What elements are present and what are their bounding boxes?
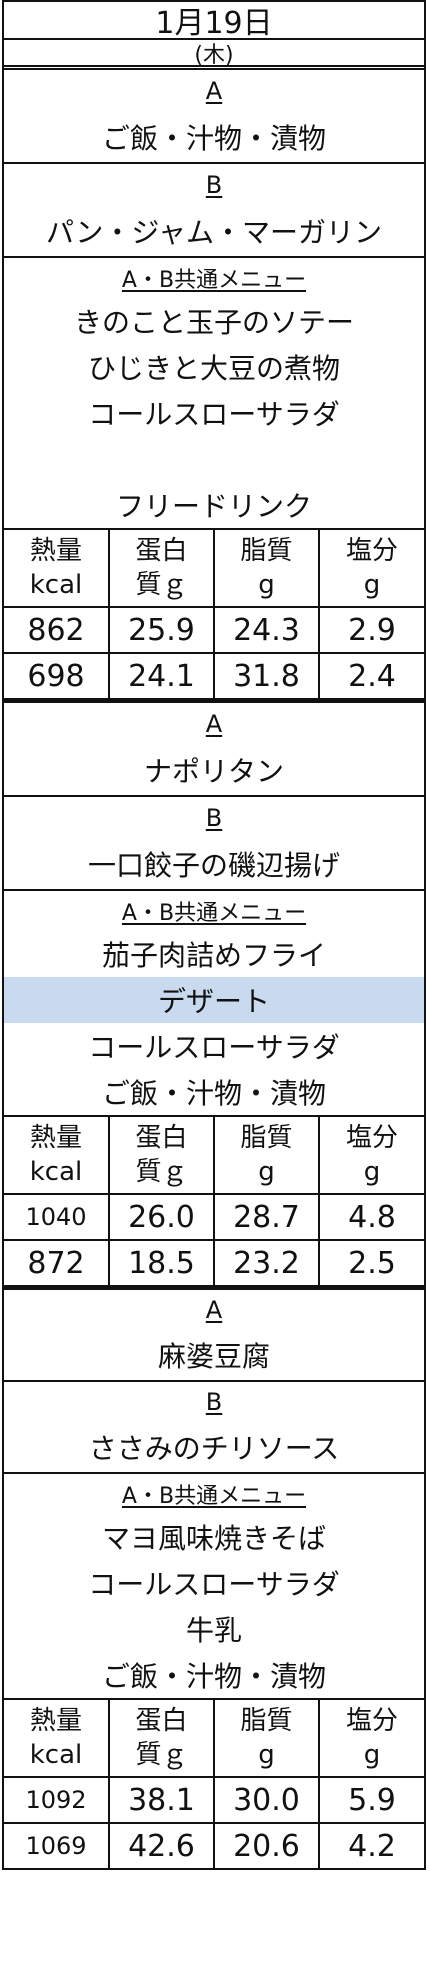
salt-value: 5.9: [318, 1776, 424, 1824]
protein-header: 蛋白 質ｇ: [108, 530, 215, 608]
energy-value: 1040: [4, 1193, 110, 1241]
nutrition-row-b: 1069 42.6 20.6 4.2: [4, 1822, 424, 1870]
protein-value: 25.9: [108, 606, 215, 654]
protein-value: 26.0: [108, 1193, 215, 1241]
nutrition-table: 熱量 kcal 蛋白 質ｇ 脂質 g 塩分 g 862 25.9 24.3 2.9 69…: [4, 530, 424, 701]
menu-item: コールスローサラダ: [88, 398, 340, 431]
menu-section-3: A 麻婆豆腐 B ささみのチリソース A・B共通メニュー マヨ風味焼きそば コー…: [4, 1288, 424, 1870]
fat-header: 脂質 g: [213, 530, 320, 608]
energy-value: 698: [4, 652, 110, 701]
nutrition-table: 熱量 kcal 蛋白 質ｇ 脂質 g 塩分 g 1040 26.0 28.7 4.8 8…: [4, 1117, 424, 1288]
protein-value: 18.5: [108, 1239, 215, 1288]
protein-header: 蛋白 質ｇ: [108, 1700, 215, 1778]
common-block: A・B共通メニュー 茄子肉詰めフライ デザート コールスローサラダ ご飯・汁物・…: [4, 891, 424, 1117]
fat-value: 28.7: [213, 1193, 320, 1241]
fat-header: 脂質 g: [213, 1117, 320, 1195]
menu-item: ご飯・汁物・漬物: [101, 1660, 326, 1693]
menu-item: ご飯・汁物・漬物: [101, 122, 326, 155]
menu-item: 茄子肉詰めフライ: [101, 939, 326, 972]
nutrition-header-row: 熱量 kcal 蛋白 質ｇ 脂質 g 塩分 g: [4, 1700, 424, 1778]
b-block: B ささみのチリソース: [4, 1382, 424, 1474]
salt-header: 塩分 g: [318, 530, 424, 608]
a-block: A 麻婆豆腐: [4, 1290, 424, 1382]
nutrition-row-b: 872 18.5 23.2 2.5: [4, 1239, 424, 1288]
menu-item: ナポリタン: [143, 755, 284, 788]
menu-item: ひじきと大豆の煮物: [87, 352, 340, 385]
salt-header: 塩分 g: [318, 1700, 424, 1778]
common-label: A・B共通メニュー: [121, 268, 307, 293]
fat-value: 24.3: [213, 606, 320, 654]
salt-value: 2.5: [318, 1239, 424, 1288]
common-block: A・B共通メニュー きのこと玉子のソテー ひじきと大豆の煮物 コールスローサラダ…: [4, 258, 424, 530]
nutrition-table: 熱量 kcal 蛋白 質ｇ 脂質 g 塩分 g 1092 38.1 30.0 5.9 1…: [4, 1700, 424, 1870]
nutrition-row-a: 1092 38.1 30.0 5.9: [4, 1776, 424, 1824]
b-block: B パン・ジャム・マーガリン: [4, 164, 424, 258]
menu-item: コールスローサラダ: [88, 1568, 340, 1601]
nutrition-header-row: 熱量 kcal 蛋白 質ｇ 脂質 g 塩分 g: [4, 1117, 424, 1195]
b-label: B: [205, 1388, 223, 1416]
b-block: B 一口餃子の磯辺揚げ: [4, 797, 424, 891]
menu-item: コールスローサラダ: [88, 1031, 340, 1064]
fat-value: 23.2: [213, 1239, 320, 1288]
b-label: B: [205, 171, 223, 199]
protein-header: 蛋白 質ｇ: [108, 1117, 215, 1195]
a-label: A: [205, 710, 223, 738]
a-label: A: [205, 1296, 223, 1324]
fat-value: 31.8: [213, 652, 320, 701]
nutrition-row-a: 1040 26.0 28.7 4.8: [4, 1193, 424, 1241]
protein-value: 38.1: [108, 1776, 215, 1824]
salt-value: 2.4: [318, 652, 424, 701]
menu-sheet: 1月19日 (木) A ご飯・汁物・漬物 B パン・ジャム・マーガリン A・B共…: [2, 0, 426, 1870]
common-label: A・B共通メニュー: [121, 901, 307, 926]
protein-value: 42.6: [108, 1822, 215, 1870]
energy-header: 熱量 kcal: [4, 530, 110, 608]
salt-value: 2.9: [318, 606, 424, 654]
nutrition-header-row: 熱量 kcal 蛋白 質ｇ 脂質 g 塩分 g: [4, 530, 424, 608]
nutrition-row-b: 698 24.1 31.8 2.4: [4, 652, 424, 701]
menu-item: パン・ジャム・マーガリン: [45, 216, 382, 249]
menu-item: ご飯・汁物・漬物: [101, 1077, 326, 1110]
menu-section-2: A ナポリタン B 一口餃子の磯辺揚げ A・B共通メニュー 茄子肉詰めフライ デ…: [4, 701, 424, 1288]
date-title: 1月19日: [4, 0, 424, 41]
fat-value: 20.6: [213, 1822, 320, 1870]
menu-item: 麻婆豆腐: [157, 1340, 270, 1373]
menu-item: 一口餃子の磯辺揚げ: [87, 849, 340, 882]
protein-value: 24.1: [108, 652, 215, 701]
salt-value: 4.2: [318, 1822, 424, 1870]
menu-item: きのこと玉子のソテー: [73, 306, 354, 339]
menu-item-blank: [4, 436, 424, 482]
menu-item: ささみのチリソース: [88, 1432, 340, 1465]
b-label: B: [205, 804, 223, 832]
menu-item: マヨ風味焼きそば: [101, 1522, 326, 1555]
energy-value: 1092: [4, 1776, 110, 1824]
salt-value: 4.8: [318, 1193, 424, 1241]
menu-section-1: A ご飯・汁物・漬物 B パン・ジャム・マーガリン A・B共通メニュー きのこと…: [4, 70, 424, 701]
fat-header: 脂質 g: [213, 1700, 320, 1778]
fat-value: 30.0: [213, 1776, 320, 1824]
energy-value: 862: [4, 606, 110, 654]
energy-value: 872: [4, 1239, 110, 1288]
energy-value: 1069: [4, 1822, 110, 1870]
nutrition-row-a: 862 25.9 24.3 2.9: [4, 606, 424, 654]
common-label: A・B共通メニュー: [121, 1484, 307, 1509]
common-block: A・B共通メニュー マヨ風味焼きそば コールスローサラダ 牛乳 ご飯・汁物・漬物: [4, 1474, 424, 1700]
a-block: A ご飯・汁物・漬物: [4, 70, 424, 164]
menu-item: フリードリンク: [115, 490, 312, 523]
a-label: A: [205, 77, 223, 105]
weekday-label: (木): [4, 40, 424, 70]
salt-header: 塩分 g: [318, 1117, 424, 1195]
energy-header: 熱量 kcal: [4, 1117, 110, 1195]
a-block: A ナポリタン: [4, 703, 424, 797]
energy-header: 熱量 kcal: [4, 1700, 110, 1778]
menu-item: 牛乳: [185, 1614, 242, 1647]
menu-item-dessert-highlight: デザート: [4, 977, 424, 1023]
